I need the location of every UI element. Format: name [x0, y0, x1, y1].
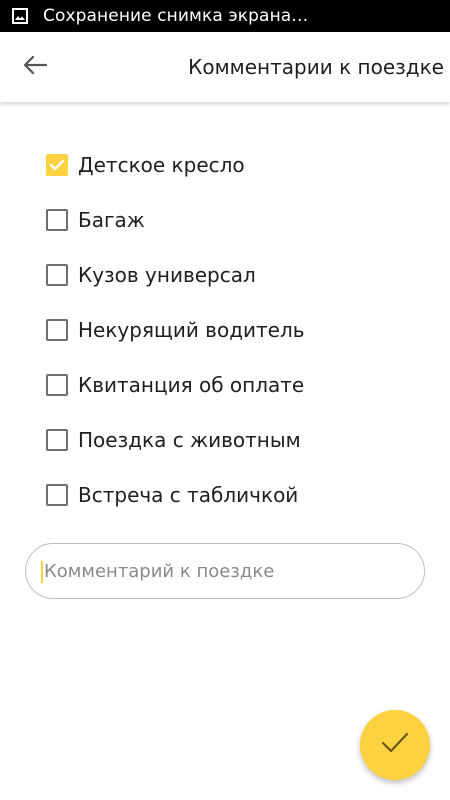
confirm-button[interactable] [360, 710, 430, 780]
option-label: Детское кресло [78, 153, 245, 177]
checkbox[interactable] [46, 209, 68, 231]
checkbox[interactable] [46, 374, 68, 396]
checkbox[interactable] [46, 429, 68, 451]
option-receipt[interactable]: Квитанция об оплате [36, 365, 416, 405]
text-cursor [41, 561, 43, 583]
option-non-smoking-driver[interactable]: Некурящий водитель [36, 310, 416, 350]
comment-field[interactable] [25, 543, 425, 599]
page-title: Комментарии к поездке [188, 55, 444, 79]
option-label: Некурящий водитель [78, 318, 305, 342]
arrow-left-icon [23, 55, 48, 79]
option-child-seat[interactable]: Детское кресло [36, 145, 416, 185]
option-label: Встреча с табличкой [78, 483, 299, 507]
comment-input[interactable] [44, 544, 414, 598]
option-label: Багаж [78, 208, 145, 232]
option-station-wagon[interactable]: Кузов универсал [36, 255, 416, 295]
toolbar: Комментарии к поездке [0, 32, 450, 102]
checkbox[interactable] [46, 264, 68, 286]
option-with-pet[interactable]: Поездка с животным [36, 420, 416, 460]
status-notification-text: Сохранение снимка экрана… [43, 6, 309, 26]
checkmark-icon [380, 730, 410, 760]
checkbox[interactable] [46, 154, 68, 176]
checkbox[interactable] [46, 319, 68, 341]
option-label: Поездка с животным [78, 428, 301, 452]
option-label: Квитанция об оплате [78, 373, 305, 397]
image-icon [12, 8, 28, 24]
checkbox[interactable] [46, 484, 68, 506]
status-bar: Сохранение снимка экрана… [0, 0, 450, 32]
option-meet-with-sign[interactable]: Встреча с табличкой [36, 475, 416, 515]
option-luggage[interactable]: Багаж [36, 200, 416, 240]
checkmark-icon [49, 159, 65, 171]
back-button[interactable] [18, 52, 52, 82]
option-label: Кузов универсал [78, 263, 256, 287]
